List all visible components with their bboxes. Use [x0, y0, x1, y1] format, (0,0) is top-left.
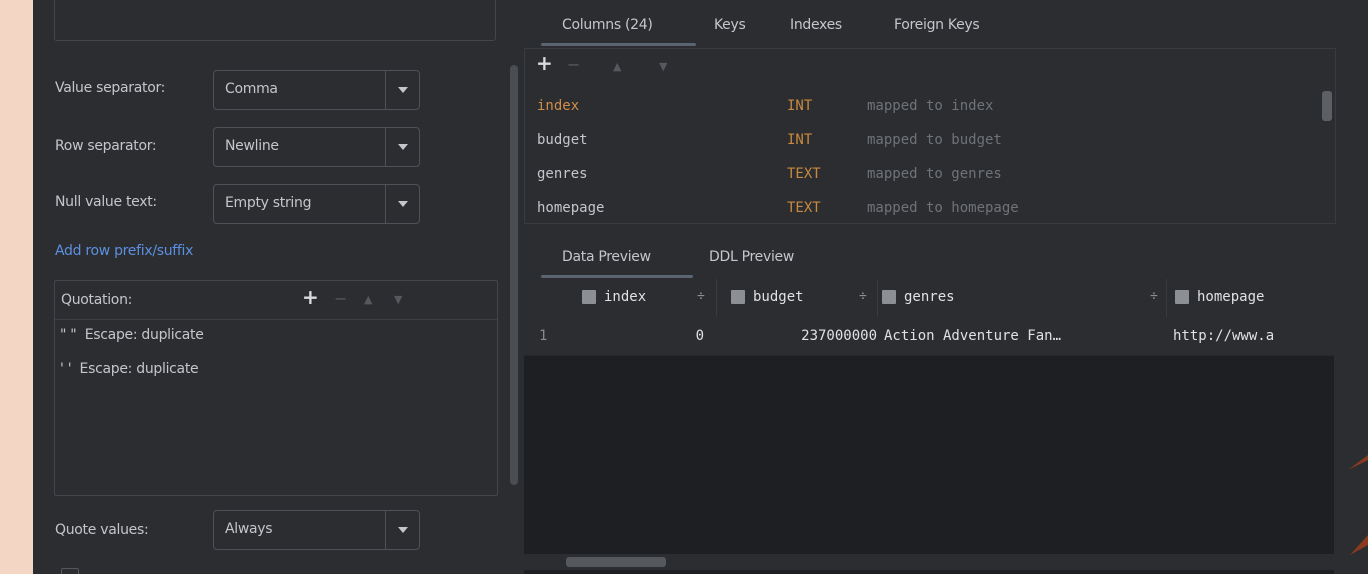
- column-type: INT: [787, 98, 813, 114]
- column-name: budget: [537, 132, 588, 148]
- quote-values-select[interactable]: Always: [213, 510, 420, 550]
- column-icon: [582, 290, 596, 304]
- add-icon[interactable]: +: [302, 287, 319, 307]
- decorative-stroke-bottom: [1350, 535, 1368, 555]
- column-header-index[interactable]: index ÷: [566, 279, 717, 317]
- preview-tabs: Data Preview DDL Preview: [537, 232, 1357, 278]
- column-tabs: Columns (24) Keys Indexes Foreign Keys: [537, 0, 1357, 48]
- column-header-homepage[interactable]: homepage: [1167, 279, 1334, 317]
- import-dialog: Value separator: Comma Row separator: Ne…: [33, 0, 1368, 574]
- row-number: 1: [524, 317, 566, 355]
- tab-indexes[interactable]: Indexes: [790, 17, 842, 33]
- column-name: genres: [537, 166, 588, 182]
- scrollbar-thumb[interactable]: [566, 557, 666, 567]
- tab-keys[interactable]: Keys: [714, 17, 746, 33]
- grid-header: index ÷ budget ÷ genres ÷ homepage: [524, 279, 1334, 318]
- chevron-down-icon[interactable]: [385, 71, 419, 109]
- value-separator-value: Comma: [225, 81, 278, 97]
- row-number-header: [524, 279, 566, 317]
- column-mapping: mapped to budget: [867, 132, 1002, 148]
- column-mapping: mapped to genres: [867, 166, 1002, 182]
- remove-icon[interactable]: −: [334, 291, 347, 307]
- decorative-stroke: [1348, 455, 1368, 555]
- column-icon: [731, 290, 745, 304]
- column-type: TEXT: [787, 200, 821, 216]
- format-settings-panel: Value separator: Comma Row separator: Ne…: [33, 0, 508, 574]
- column-type: INT: [787, 132, 813, 148]
- row-separator-label: Row separator:: [55, 138, 157, 154]
- add-icon[interactable]: +: [536, 53, 553, 73]
- value-separator-select[interactable]: Comma: [213, 70, 420, 110]
- chevron-down-icon[interactable]: [385, 511, 419, 549]
- tab-foreign-keys[interactable]: Foreign Keys: [894, 17, 980, 33]
- columns-toolbar: + − ▲ ▼: [525, 49, 1335, 85]
- quotation-toolbar: Quotation: + − ▲ ▼: [55, 281, 497, 320]
- list-item[interactable]: " " Escape: duplicate: [60, 327, 204, 343]
- add-row-prefix-suffix-link[interactable]: Add row prefix/suffix: [55, 243, 193, 259]
- tab-ddl-preview[interactable]: DDL Preview: [709, 249, 794, 265]
- column-header-genres[interactable]: genres ÷: [878, 279, 1167, 317]
- column-icon: [1175, 290, 1189, 304]
- quote-values-value: Always: [225, 521, 273, 537]
- list-item[interactable]: ' ' Escape: duplicate: [60, 361, 199, 377]
- table-cell[interactable]: 0: [566, 317, 716, 355]
- list-item[interactable]: genres TEXT mapped to genres: [537, 159, 1317, 193]
- data-preview-grid: index ÷ budget ÷ genres ÷ homepage 1 0 2…: [524, 279, 1334, 574]
- table-cell[interactable]: 237000000: [717, 317, 877, 355]
- row-separator-value: Newline: [225, 138, 279, 154]
- move-up-icon[interactable]: ▲: [364, 292, 372, 308]
- preview-text-area[interactable]: [54, 0, 496, 41]
- remove-icon[interactable]: −: [567, 57, 580, 73]
- active-tab-indicator: [541, 275, 693, 278]
- sort-icon[interactable]: ÷: [697, 289, 705, 304]
- null-value-text-value: Empty string: [225, 195, 312, 211]
- value-separator-label: Value separator:: [55, 80, 166, 96]
- column-type: TEXT: [787, 166, 821, 182]
- null-value-text-label: Null value text:: [55, 194, 157, 210]
- table-row[interactable]: 1 0 237000000 Action Adventure Fan… http…: [524, 317, 1334, 356]
- columns-list: + − ▲ ▼ index INT mapped to index budget…: [524, 48, 1336, 224]
- quote-values-label: Quote values:: [55, 522, 149, 538]
- table-cell[interactable]: Action Adventure Fan…: [878, 317, 1166, 355]
- move-down-icon[interactable]: ▼: [659, 59, 667, 75]
- vertical-scrollbar[interactable]: [1322, 91, 1332, 121]
- list-item[interactable]: index INT mapped to index: [537, 91, 1317, 125]
- tab-columns[interactable]: Columns (24): [562, 17, 653, 33]
- column-name: index: [537, 98, 580, 114]
- column-header-budget[interactable]: budget ÷: [717, 279, 878, 317]
- move-down-icon[interactable]: ▼: [394, 292, 402, 308]
- column-name: homepage: [537, 200, 605, 216]
- chevron-down-icon[interactable]: [385, 185, 419, 223]
- table-cell[interactable]: http://www.a: [1167, 317, 1334, 355]
- quotation-list: Quotation: + − ▲ ▼ " " Escape: duplicate…: [54, 280, 498, 496]
- quotation-label: Quotation:: [61, 292, 133, 308]
- list-item[interactable]: homepage TEXT mapped to homepage: [537, 193, 1317, 227]
- active-tab-indicator: [541, 43, 696, 46]
- row-separator-select[interactable]: Newline: [213, 127, 420, 167]
- checkbox[interactable]: [61, 568, 79, 574]
- column-mapping: mapped to homepage: [867, 200, 1019, 216]
- sort-icon[interactable]: ÷: [859, 289, 867, 304]
- sort-icon[interactable]: ÷: [1150, 289, 1158, 304]
- column-icon: [882, 290, 896, 304]
- tab-data-preview[interactable]: Data Preview: [562, 249, 651, 265]
- panel-splitter[interactable]: [510, 65, 518, 485]
- chevron-down-icon[interactable]: [385, 128, 419, 166]
- move-up-icon[interactable]: ▲: [613, 59, 621, 75]
- null-value-text-select[interactable]: Empty string: [213, 184, 420, 224]
- decorative-stroke-top: [1348, 455, 1368, 470]
- horizontal-scrollbar[interactable]: [524, 554, 1334, 570]
- list-item[interactable]: budget INT mapped to budget: [537, 125, 1317, 159]
- column-mapping: mapped to index: [867, 98, 994, 114]
